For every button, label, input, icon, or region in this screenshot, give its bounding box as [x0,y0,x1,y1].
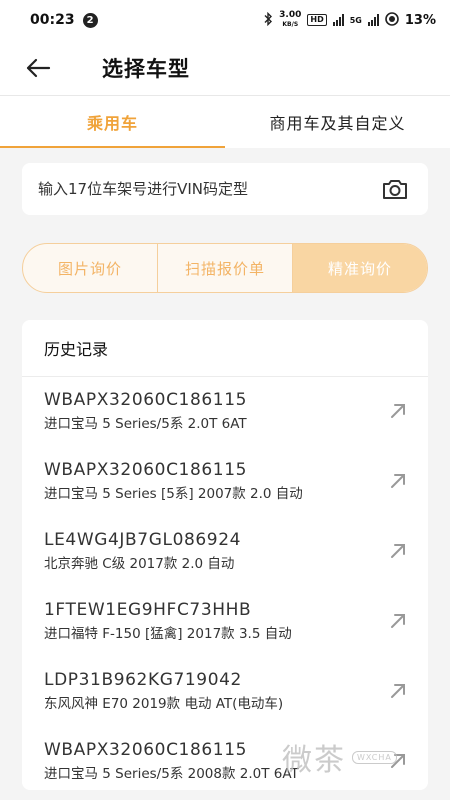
network-speed-unit: KB/S [282,21,299,28]
status-icons: 3.00 KB/S HD 5G 13% [263,11,436,29]
status-bar: 00:23 2 3.00 KB/S HD 5G 13% [0,0,450,40]
watermark-badge: WXCHA [352,750,397,764]
open-item-button[interactable] [386,469,410,493]
mode-precise-inquiry[interactable]: 精准询价 [292,244,427,292]
tab-commercial-custom[interactable]: 商用车及其自定义 [225,96,450,148]
open-item-button[interactable] [386,609,410,633]
signal-icon [332,14,344,26]
history-vin: LE4WG4JB7GL086924 [44,530,242,550]
vehicle-type-tabs: 乘用车 商用车及其自定义 [0,96,450,148]
history-item[interactable]: WBAPX32060C186115 进口宝马 5 Series/5系 2.0T … [22,377,428,447]
network-speed: 3.00 KB/S [279,11,301,29]
inquiry-mode-selector: 图片询价 扫描报价单 精准询价 [22,243,428,293]
mode-image-inquiry[interactable]: 图片询价 [23,244,157,292]
history-item[interactable]: 1FTEW1EG9HFC73HHB 进口福特 F-150 [猛禽] 2017款 … [22,587,428,657]
history-title: 历史记录 [22,320,428,377]
history-model: 东风风神 E70 2019款 电动 AT(电动车) [44,696,284,712]
camera-scan-button[interactable] [378,172,412,206]
back-arrow-icon [26,58,51,77]
tab-passenger-car[interactable]: 乘用车 [0,96,225,148]
history-vin: WBAPX32060C186115 [44,390,248,410]
watermark: 微茶 WXCHA [282,732,432,782]
history-item[interactable]: LE4WG4JB7GL086924 北京奔驰 C级 2017款 2.0 自动 [22,517,428,587]
history-item[interactable]: WBAPX32060C186115 进口宝马 5 Series [5系] 200… [22,447,428,517]
notification-badge: 2 [82,12,98,28]
bluetooth-icon [263,11,273,29]
battery-percent: 13% [404,12,436,28]
back-button[interactable] [8,40,68,96]
vin-input[interactable] [38,180,378,198]
arrow-up-right-icon [391,404,405,418]
history-vin: WBAPX32060C186115 [44,460,248,480]
network-type: 5G [349,15,362,25]
history-vin: LDP31B962KG719042 [44,670,242,690]
open-item-button[interactable] [386,399,410,423]
vin-search-box [22,163,428,215]
history-model: 北京奔驰 C级 2017款 2.0 自动 [44,556,235,572]
arrow-up-right-icon [391,544,405,558]
network-speed-value: 3.00 [279,10,302,20]
open-item-button[interactable] [386,679,410,703]
history-model: 进口宝马 5 Series/5系 2.0T 6AT [44,416,247,432]
mode-scan-quote[interactable]: 扫描报价单 [157,244,292,292]
history-panel: 历史记录 WBAPX32060C186115 进口宝马 5 Series/5系 … [22,320,428,790]
history-model: 进口福特 F-150 [猛禽] 2017款 3.5 自动 [44,626,292,642]
status-time: 00:23 [30,12,75,28]
watermark-text: 微茶 [282,743,346,778]
battery-icon [385,11,399,29]
arrow-up-right-icon [391,474,405,488]
hd-icon: HD [307,14,327,26]
arrow-up-right-icon [391,684,405,698]
history-vin: 1FTEW1EG9HFC73HHB [44,600,252,620]
signal-icon-2 [367,14,379,26]
history-item[interactable]: LDP31B962KG719042 东风风神 E70 2019款 电动 AT(电… [22,657,428,727]
arrow-up-right-icon [391,614,405,628]
camera-icon [383,180,407,199]
app-header: 选择车型 [0,40,450,96]
history-model: 进口宝马 5 Series [5系] 2007款 2.0 自动 [44,486,303,502]
page-title: 选择车型 [102,56,190,81]
open-item-button[interactable] [386,539,410,563]
